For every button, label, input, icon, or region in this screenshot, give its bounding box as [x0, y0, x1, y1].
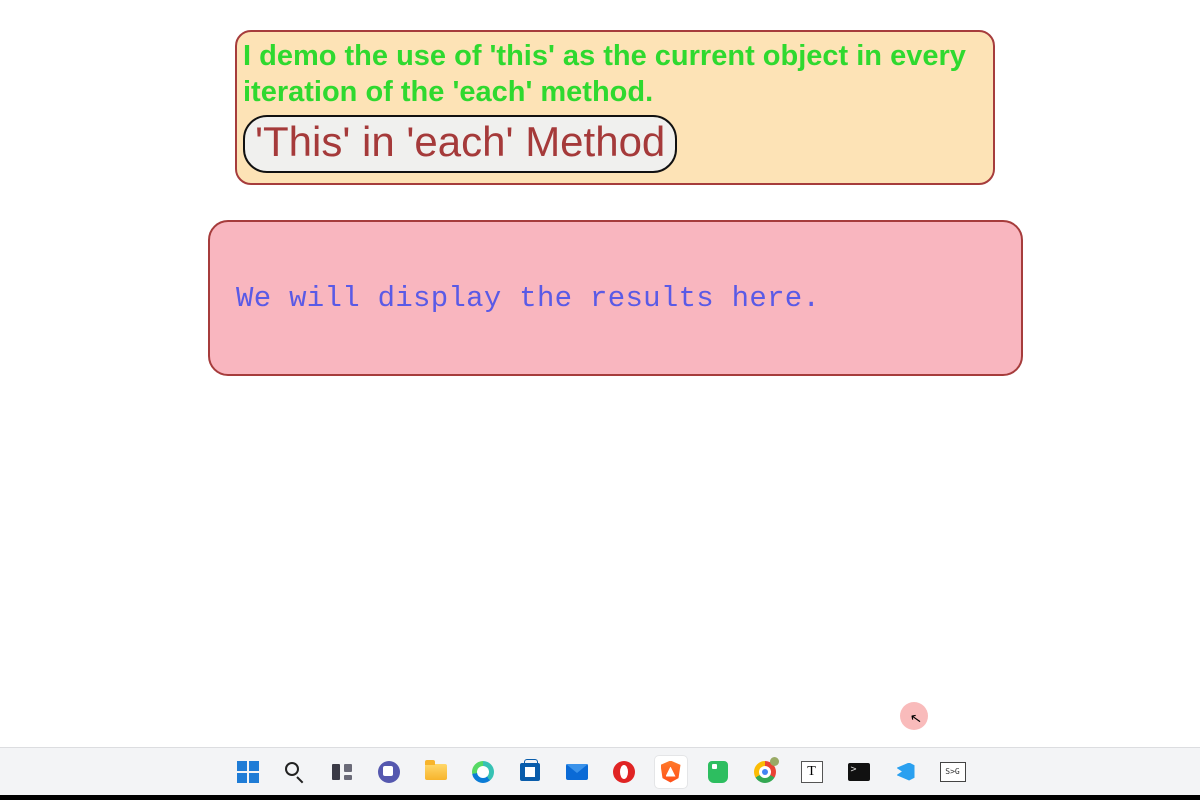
demo-intro-text: I demo the use of 'this' as the current … — [243, 38, 987, 111]
taskbar-store[interactable] — [514, 756, 546, 788]
chrome-icon — [754, 761, 776, 783]
taskbar-teams[interactable] — [373, 756, 405, 788]
vscode-icon — [895, 761, 917, 783]
taskbar-start[interactable] — [232, 756, 264, 788]
this-in-each-button[interactable]: 'This' in 'each' Method — [243, 115, 677, 173]
taskbar-chrome[interactable] — [749, 756, 781, 788]
teams-icon — [378, 761, 400, 783]
results-card: We will display the results here. — [208, 220, 1023, 376]
brave-icon — [661, 761, 681, 783]
taskbar-vscode[interactable] — [890, 756, 922, 788]
folder-icon — [425, 764, 447, 780]
opera-icon — [613, 761, 635, 783]
taskview-icon — [332, 764, 352, 780]
terminal-icon — [848, 763, 870, 781]
taskbar-opera[interactable] — [608, 756, 640, 788]
svg-icon: S>G — [940, 762, 966, 782]
page: I demo the use of 'this' as the current … — [0, 0, 1200, 800]
bottom-strip — [0, 795, 1200, 800]
windows-icon — [237, 761, 259, 783]
demo-card: I demo the use of 'this' as the current … — [235, 30, 995, 185]
results-text: We will display the results here. — [236, 282, 820, 315]
search-icon — [285, 762, 305, 782]
taskbar-mail[interactable] — [561, 756, 593, 788]
taskbar-taskview[interactable] — [326, 756, 358, 788]
taskbar-evernote[interactable] — [702, 756, 734, 788]
taskbar-terminal[interactable] — [843, 756, 875, 788]
taskbar-svg-tool[interactable]: S>G — [937, 756, 969, 788]
t-icon: T — [801, 761, 823, 783]
taskbar-text-editor[interactable]: T — [796, 756, 828, 788]
taskbar: T S>G — [0, 747, 1200, 795]
edge-icon — [472, 761, 494, 783]
mail-icon — [566, 764, 588, 780]
taskbar-search[interactable] — [279, 756, 311, 788]
evernote-icon — [708, 761, 728, 783]
taskbar-file-explorer[interactable] — [420, 756, 452, 788]
taskbar-edge[interactable] — [467, 756, 499, 788]
taskbar-brave[interactable] — [655, 756, 687, 788]
store-icon — [520, 763, 540, 781]
